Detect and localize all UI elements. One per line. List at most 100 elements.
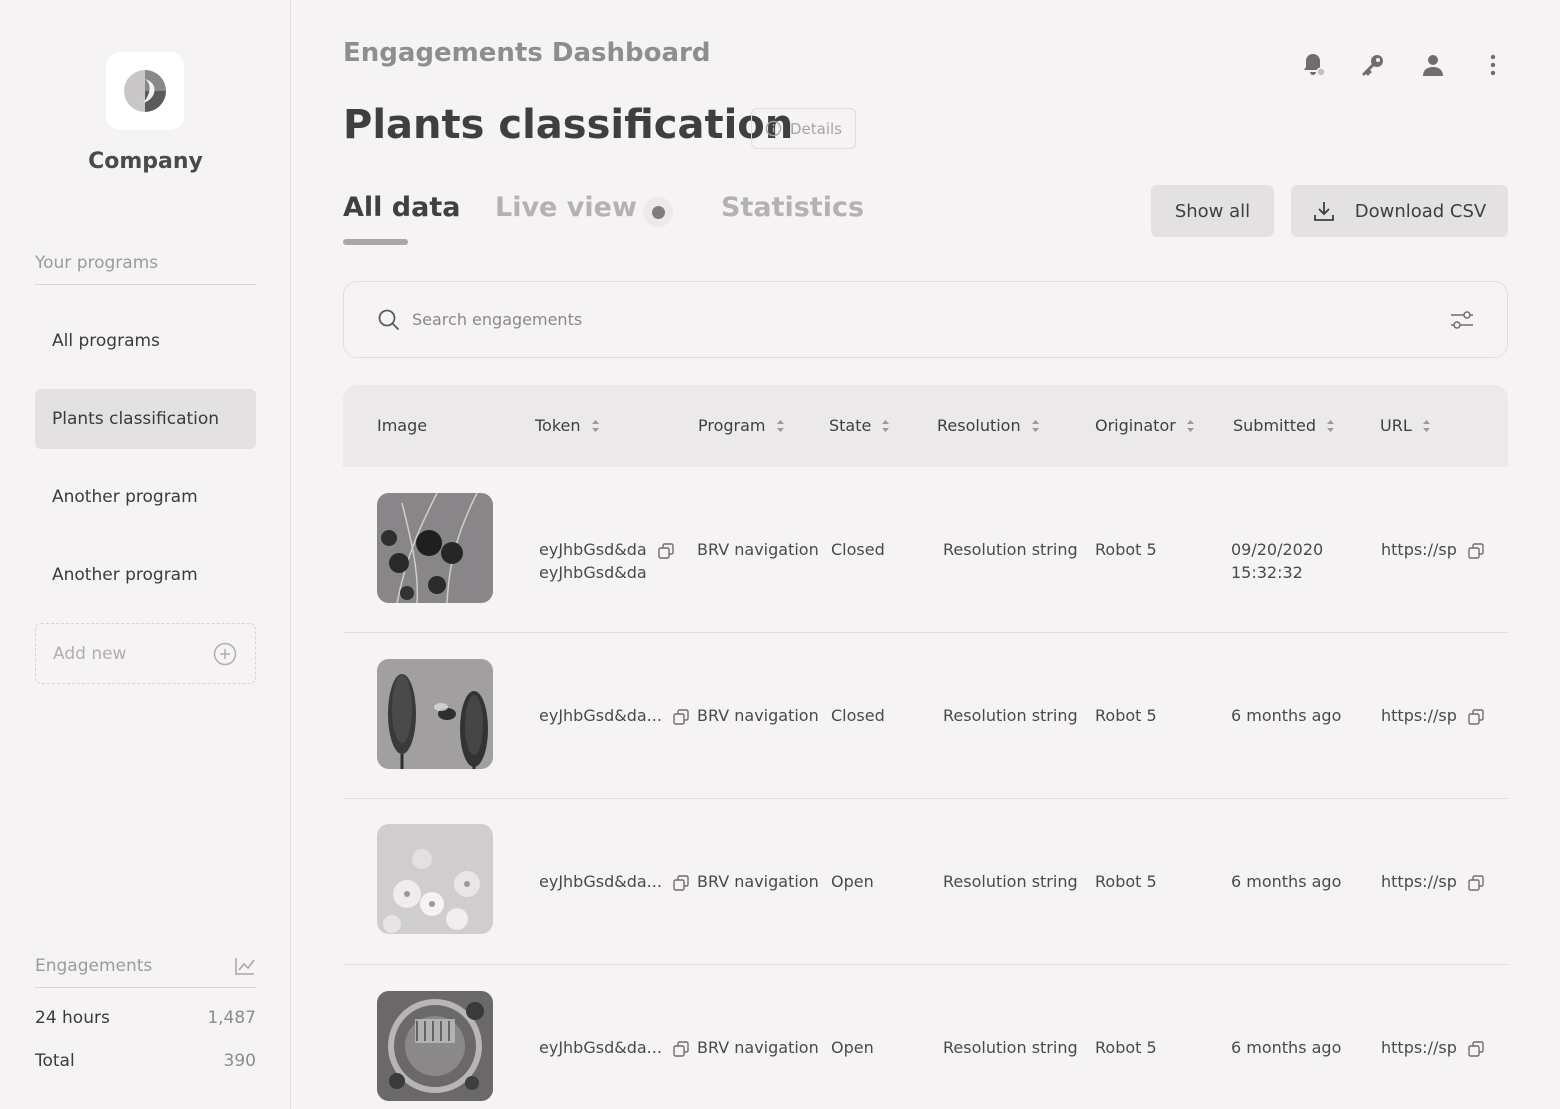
sidebar-item-label: Plants classification: [52, 409, 220, 429]
url-link[interactable]: https://sp: [1381, 540, 1457, 559]
row-thumbnail-image[interactable]: [377, 824, 493, 934]
program-cell: BRV navigation: [697, 706, 819, 725]
search-icon: [378, 309, 399, 330]
copy-icon[interactable]: [673, 708, 689, 725]
stat-label: 24 hours: [35, 1008, 110, 1028]
column-label: State: [829, 416, 872, 435]
copy-icon[interactable]: [658, 542, 674, 559]
tab-statistics[interactable]: Statistics: [721, 192, 864, 223]
column-header-url[interactable]: URL: [1380, 416, 1431, 435]
column-header-submitted[interactable]: Submitted: [1233, 416, 1335, 435]
main-content: Engagements Dashboard Plants classificat…: [291, 0, 1560, 1109]
tab-all-data[interactable]: All data: [343, 192, 460, 223]
program-cell: BRV navigation: [697, 872, 819, 891]
url-link[interactable]: https://sp: [1381, 872, 1457, 891]
originator-cell: Robot 5: [1095, 872, 1157, 891]
table-row[interactable]: eyJhbGsd&da... BRV navigation Closed Res…: [343, 633, 1508, 799]
resolution-cell: Resolution string: [943, 540, 1078, 559]
sort-icon: [1031, 419, 1039, 432]
token-cell: eyJhbGsd&da...: [539, 1036, 689, 1059]
column-label: Originator: [1095, 416, 1176, 435]
sidebar-item-label: Another program: [52, 487, 198, 507]
resolution-cell: Resolution string: [943, 1038, 1078, 1057]
user-icon[interactable]: [1418, 50, 1448, 80]
originator-cell: Robot 5: [1095, 1038, 1157, 1057]
filter-sliders-icon[interactable]: [1449, 308, 1475, 332]
originator-cell: Robot 5: [1095, 540, 1157, 559]
programs-section-label: Your programs: [35, 253, 159, 273]
column-label: Program: [698, 416, 766, 435]
row-thumbnail-image[interactable]: [377, 493, 493, 603]
copy-icon[interactable]: [1468, 542, 1484, 559]
submitted-cell: 6 months ago: [1231, 1038, 1342, 1057]
company-name: Company: [88, 149, 203, 174]
search-input[interactable]: [412, 310, 1449, 329]
token-cell: eyJhbGsd&da...: [539, 704, 689, 727]
engagements-stat-total: Total 390: [35, 1051, 256, 1071]
url-link[interactable]: https://sp: [1381, 1038, 1457, 1057]
company-logo[interactable]: [106, 52, 184, 130]
submitted-time: 15:32:32: [1231, 563, 1303, 582]
sort-icon: [882, 419, 890, 432]
table-row[interactable]: eyJhbGsd&da... BRV navigation Open Resol…: [343, 799, 1508, 965]
copy-icon[interactable]: [673, 874, 689, 891]
table-row[interactable]: eyJhbGsd&da... BRV navigation Open Resol…: [343, 965, 1508, 1109]
copy-icon[interactable]: [1468, 1040, 1484, 1057]
add-new-label: Add new: [53, 643, 127, 664]
more-vertical-icon[interactable]: [1478, 50, 1508, 80]
sidebar-item-plants-classification[interactable]: Plants classification: [35, 389, 256, 449]
top-toolbar: [1298, 50, 1508, 80]
table-row[interactable]: eyJhbGsd&da eyJhbGsd&da BRV navigation C…: [343, 467, 1508, 633]
download-csv-label: Download CSV: [1354, 200, 1487, 222]
table-header: Image Token Program State Resolution Ori…: [343, 385, 1508, 467]
column-label: Resolution: [937, 416, 1021, 435]
download-csv-button[interactable]: Download CSV: [1291, 185, 1508, 237]
token-value: eyJhbGsd&da...: [539, 872, 662, 891]
row-thumbnail-image[interactable]: [377, 991, 493, 1101]
info-icon: [765, 120, 782, 137]
token-cell: eyJhbGsd&da...: [539, 870, 689, 893]
sidebar-item-label: Another program: [52, 565, 198, 585]
originator-cell: Robot 5: [1095, 706, 1157, 725]
column-header-token[interactable]: Token: [535, 416, 600, 435]
row-thumbnail-image[interactable]: [377, 659, 493, 769]
engagements-divider: [35, 987, 256, 988]
column-header-resolution[interactable]: Resolution: [937, 416, 1040, 435]
column-header-state[interactable]: State: [829, 416, 890, 435]
breadcrumb[interactable]: Engagements Dashboard: [343, 38, 710, 68]
engagements-section-label: Engagements: [35, 956, 153, 976]
state-cell: Closed: [831, 540, 885, 559]
tab-live-view[interactable]: Live view: [495, 192, 637, 223]
sidebar-item-another-program[interactable]: Another program: [35, 467, 256, 527]
copy-icon[interactable]: [1468, 708, 1484, 725]
column-header-originator[interactable]: Originator: [1095, 416, 1195, 435]
submitted-cell: 6 months ago: [1231, 706, 1342, 725]
copy-icon[interactable]: [1468, 874, 1484, 891]
column-label: Token: [535, 416, 581, 435]
show-all-button[interactable]: Show all: [1151, 185, 1274, 237]
engagements-section: Engagements: [35, 956, 256, 976]
url-cell: https://sp: [1381, 704, 1484, 727]
resolution-cell: Resolution string: [943, 872, 1078, 891]
url-cell: https://sp: [1381, 1036, 1484, 1059]
bell-icon[interactable]: [1298, 50, 1328, 80]
sort-icon: [591, 419, 599, 432]
search-bar: [343, 281, 1508, 358]
engagements-stat-24h: 24 hours 1,487: [35, 1008, 256, 1028]
chart-line-icon[interactable]: [234, 956, 256, 976]
sidebar-item-another-program-2[interactable]: Another program: [35, 545, 256, 605]
state-cell: Open: [831, 1038, 874, 1057]
active-tab-indicator: [343, 239, 408, 245]
copy-icon[interactable]: [673, 1040, 689, 1057]
sidebar-item-all-programs[interactable]: All programs: [35, 311, 256, 371]
token-value: eyJhbGsd&da: [539, 540, 647, 559]
details-button[interactable]: Details: [751, 108, 856, 149]
key-icon[interactable]: [1358, 50, 1388, 80]
stat-label: Total: [35, 1051, 75, 1071]
url-cell: https://sp: [1381, 870, 1484, 893]
url-link[interactable]: https://sp: [1381, 706, 1457, 725]
add-new-program-button[interactable]: Add new: [35, 623, 256, 684]
column-header-program[interactable]: Program: [698, 416, 785, 435]
submitted-cell: 6 months ago: [1231, 872, 1342, 891]
sidebar: Company Your programs All programs Plant…: [0, 0, 291, 1109]
